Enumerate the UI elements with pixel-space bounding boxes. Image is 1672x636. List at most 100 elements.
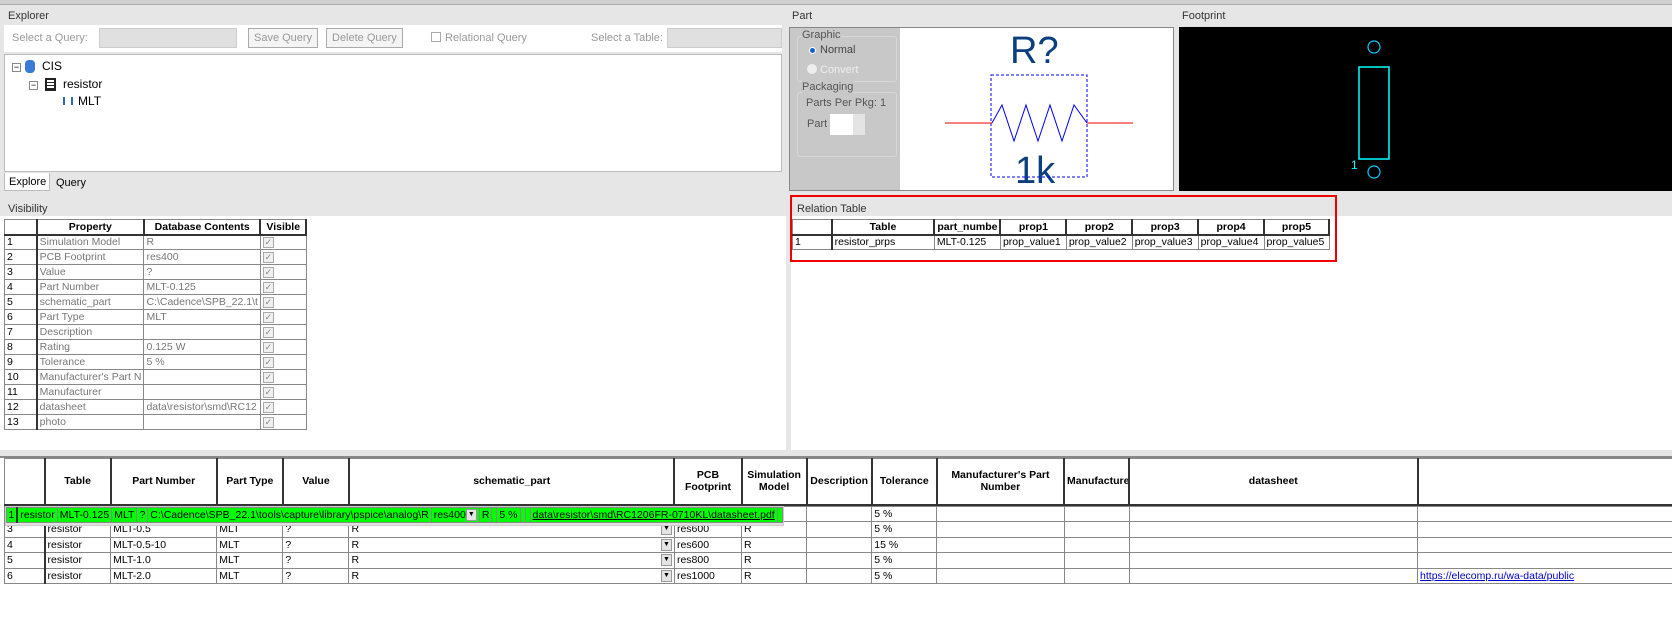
contents-cell[interactable]: C:\Cadence\SPB_22.1\t: [143, 294, 261, 310]
grid-cell[interactable]: ?: [282, 567, 350, 584]
datasheet-link[interactable]: https://elecomp.ru/wa-data/public: [1420, 570, 1574, 582]
column-header[interactable]: Description: [806, 458, 873, 506]
grid-cell[interactable]: [1417, 552, 1672, 569]
property-cell[interactable]: Rating: [36, 339, 145, 355]
visible-checkbox[interactable]: ✓: [262, 417, 274, 428]
tab-explore[interactable]: Explore: [4, 173, 50, 191]
relation-cell[interactable]: prop_value4: [1197, 234, 1265, 250]
column-header[interactable]: schematic_part: [348, 458, 676, 506]
visible-cell[interactable]: ✓: [259, 294, 307, 310]
column-header[interactable]: Part Number: [110, 458, 218, 506]
contents-cell[interactable]: [143, 369, 261, 385]
table-row[interactable]: 8 Rating 0.125 W ✓: [3, 339, 307, 355]
grid-cell[interactable]: [1417, 505, 1672, 522]
relation-cell[interactable]: prop_value3: [1131, 234, 1199, 250]
table-row[interactable]: 7 Description ✓: [3, 324, 307, 340]
grid-cell[interactable]: MLT: [216, 567, 284, 584]
grid-cell[interactable]: 5 %: [871, 552, 938, 569]
contents-cell[interactable]: res400: [143, 249, 261, 265]
visible-cell[interactable]: ✓: [259, 264, 307, 280]
grid-cell[interactable]: [776, 506, 783, 523]
property-cell[interactable]: PCB Footprint: [36, 249, 145, 265]
tree-node-mlt[interactable]: MLT: [78, 94, 101, 108]
column-header[interactable]: Simulation Model: [741, 458, 808, 506]
grid-cell[interactable]: [936, 536, 1065, 553]
table-row[interactable]: 6 Part Type MLT ✓: [3, 309, 307, 325]
collapse-icon[interactable]: −: [29, 81, 38, 90]
grid-cell[interactable]: ▼R: [348, 552, 675, 569]
visible-cell[interactable]: ✓: [259, 354, 307, 370]
grid-cell[interactable]: MLT: [111, 506, 138, 523]
column-header[interactable]: prop3: [1131, 219, 1200, 236]
grid-cell[interactable]: [1417, 521, 1672, 538]
relation-cell[interactable]: prop_value1: [999, 234, 1067, 250]
grid-cell[interactable]: ▼R: [348, 567, 675, 584]
contents-cell[interactable]: [143, 384, 261, 400]
grid-cell[interactable]: [936, 552, 1065, 569]
dropdown-arrow-icon[interactable]: ▼: [465, 508, 477, 521]
grid-cell[interactable]: https://elecomp.ru/wa-data/public: [1417, 567, 1672, 584]
grid-cell[interactable]: [1063, 505, 1130, 522]
visible-checkbox[interactable]: ✓: [262, 282, 274, 293]
grid-cell[interactable]: [1128, 552, 1419, 569]
column-header[interactable]: Database Contents: [143, 219, 262, 236]
property-cell[interactable]: Manufacturer: [36, 384, 145, 400]
dropdown-arrow-icon[interactable]: ▼: [660, 538, 672, 551]
visible-checkbox[interactable]: ✓: [262, 237, 274, 249]
grid-cell[interactable]: [1128, 567, 1419, 584]
table-row[interactable]: 13 photo ✓: [3, 414, 307, 430]
save-query-button[interactable]: Save Query: [248, 28, 319, 48]
visible-checkbox[interactable]: ✓: [262, 342, 274, 353]
grid-cell[interactable]: MLT: [216, 536, 284, 553]
grid-cell[interactable]: [806, 536, 873, 553]
column-header[interactable]: Visible: [259, 219, 307, 236]
grid-cell[interactable]: 5 %: [496, 506, 521, 523]
tree-node-cis[interactable]: CIS: [42, 59, 62, 73]
select-table-dropdown[interactable]: [667, 28, 782, 48]
tree-node-resistor[interactable]: resistor: [63, 77, 102, 91]
contents-cell[interactable]: [143, 324, 261, 340]
grid-cell[interactable]: 5 %: [871, 505, 938, 522]
grid-cell[interactable]: [1128, 505, 1419, 522]
property-cell[interactable]: Part Type: [36, 309, 145, 325]
relation-cell[interactable]: resistor_prps: [831, 234, 935, 250]
grid-cell[interactable]: MLT-1.0: [110, 552, 218, 569]
contents-cell[interactable]: ?: [143, 264, 261, 280]
grid-cell[interactable]: MLT-0.125: [56, 506, 113, 523]
grid-cell[interactable]: [936, 505, 1065, 522]
relation-cell[interactable]: MLT-0.125: [933, 234, 1001, 250]
grid-cell[interactable]: [1063, 552, 1130, 569]
contents-cell[interactable]: [143, 414, 261, 430]
dropdown-arrow-icon[interactable]: ▼: [660, 554, 672, 567]
grid-cell[interactable]: 5 %: [871, 521, 938, 538]
visible-cell[interactable]: ✓: [259, 339, 307, 355]
table-row[interactable]: 5 schematic_part C:\Cadence\SPB_22.1\t ✓: [3, 294, 307, 310]
property-cell[interactable]: photo: [36, 414, 145, 430]
column-header[interactable]: Property: [36, 219, 145, 236]
column-header[interactable]: Value: [282, 458, 350, 506]
grid-cell[interactable]: ?: [282, 552, 350, 569]
grid-cell[interactable]: [806, 505, 873, 522]
property-cell[interactable]: Manufacturer's Part N: [36, 369, 145, 385]
visible-checkbox[interactable]: ✓: [262, 402, 274, 413]
property-cell[interactable]: Value: [36, 264, 145, 280]
grid-cell[interactable]: resistor: [44, 567, 112, 584]
grid-cell[interactable]: [936, 521, 1065, 538]
grid-cell[interactable]: R: [741, 536, 808, 553]
property-cell[interactable]: schematic_part: [36, 294, 145, 310]
grid-cell[interactable]: [806, 552, 873, 569]
convert-radio[interactable]: [807, 64, 817, 74]
grid-cell[interactable]: MLT: [216, 552, 284, 569]
table-row[interactable]: 10 Manufacturer's Part N ✓: [3, 369, 307, 385]
visible-checkbox[interactable]: ✓: [262, 312, 274, 323]
contents-cell[interactable]: MLT-0.125: [143, 279, 261, 295]
grid-cell[interactable]: ▼ res400: [430, 506, 480, 523]
visible-cell[interactable]: ✓: [259, 279, 307, 295]
grid-cell[interactable]: ?: [282, 536, 350, 553]
grid-row[interactable]: 4 resistor MLT-0.5-10 MLT? ▼ Rres600 R 15 %: [3, 536, 1672, 553]
grid-cell[interactable]: MLT-0.5-10: [110, 536, 218, 553]
contents-cell[interactable]: 0.125 W: [143, 339, 261, 355]
contents-cell[interactable]: MLT: [143, 309, 261, 325]
table-row[interactable]: 4 Part Number MLT-0.125 ✓: [3, 279, 307, 295]
grid-row[interactable]: 1 resistor MLT-0.125 MLT? C:\Cadence\SPB_22.…: [4, 505, 784, 526]
